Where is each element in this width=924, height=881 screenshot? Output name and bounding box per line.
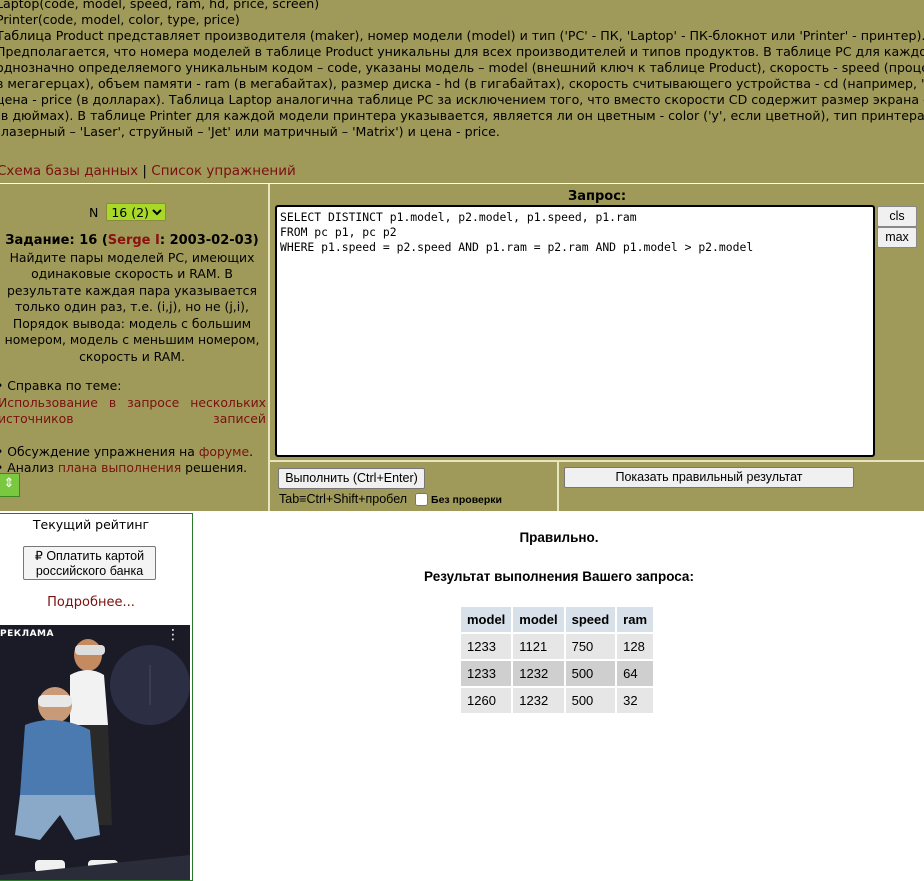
table-cell: 1232	[513, 688, 564, 713]
schema-line: однозначно определяемого уникальным кодо…	[0, 60, 924, 75]
column-header: ram	[617, 607, 654, 632]
table-cell: 1260	[461, 688, 512, 713]
discussion-line: • Обсуждение упражнения на форуме.	[0, 444, 266, 461]
rating-sidebar: Текущий рейтинг ₽ Оплатить картой россий…	[0, 513, 193, 881]
column-header: model	[513, 607, 564, 632]
tab-hint: Tab≡Ctrl+Shift+пробел	[279, 492, 408, 506]
schema-line: Printer(code, model, color, type, price)	[0, 12, 240, 27]
table-row: 1233 1121 750 128	[461, 634, 654, 659]
more-menu-icon[interactable]: ⋮	[166, 627, 180, 643]
task-author: Serge I	[107, 233, 160, 248]
plan-suffix: решения.	[181, 460, 248, 475]
table-cell: 500	[565, 661, 616, 686]
table-cell: 1121	[513, 634, 564, 659]
table-cell: 128	[617, 634, 654, 659]
schema-panel: Laptop(code, model, speed, ram, hd, pric…	[0, 0, 924, 183]
pay-card-button[interactable]: ₽ Оплатить картой российского банка	[23, 546, 156, 580]
schema-line: (в дюймах). В таблице Printer для каждой…	[0, 108, 924, 123]
task-description: Задание: 16 (Serge I: 2003-02-03) Найдит…	[0, 232, 268, 365]
table-cell: 1232	[513, 661, 564, 686]
table-header-row: model model speed ram	[461, 607, 654, 632]
discussion-suffix: .	[249, 443, 254, 459]
up-down-arrow-icon[interactable]: ⇕	[0, 473, 20, 497]
result-status: Правильно.	[519, 530, 599, 545]
table-row: 1260 1232 500 32	[461, 688, 654, 713]
table-cell: 1233	[461, 634, 512, 659]
ad-label: РЕКЛАМА	[0, 629, 54, 639]
ad-banner[interactable]: РЕКЛАМА ⋮	[0, 625, 190, 880]
forum-link[interactable]: форуме	[199, 444, 249, 459]
table-row: 1233 1232 500 64	[461, 661, 654, 686]
exercise-number-label: N	[89, 205, 99, 220]
schema-line: Предполагается, что номера моделей в таб…	[0, 44, 924, 59]
task-title-prefix: Задание: 16 (	[5, 233, 108, 248]
help-ref-link-wrap: Использование в запросе нескольких источ…	[0, 395, 266, 428]
sql-editor[interactable]	[275, 205, 875, 457]
schema-line: (лазерный – 'Laser', струйный – 'Jet' ил…	[0, 124, 500, 139]
help-section: • Справка по теме: Использование в запро…	[0, 378, 266, 477]
result-table: model model speed ram 1233 1121 750 128 …	[459, 605, 655, 715]
execution-plan-link[interactable]: плана выполнения	[58, 460, 181, 475]
table-cell: 32	[617, 688, 654, 713]
schema-line: Таблица Product представляет производите…	[0, 28, 924, 43]
ad-image	[0, 625, 190, 880]
show-correct-result-button[interactable]: Показать правильный результат	[564, 467, 854, 488]
table-cell: 750	[565, 634, 616, 659]
schema-description: Laptop(code, model, speed, ram, hd, pric…	[0, 0, 924, 140]
query-label: Запрос:	[568, 189, 627, 204]
exercise-selector: N 16 (2)	[89, 203, 167, 221]
query-panel: Запрос: cls max	[270, 184, 924, 460]
table-cell: 500	[565, 688, 616, 713]
result-title: Результат выполнения Вашего запроса:	[424, 569, 694, 584]
plan-line: • Анализ плана выполнения решения.	[0, 460, 266, 477]
no-check-label: Без проверки	[431, 494, 503, 506]
schema-line: в мегагерцах), объем памяти - ram (в мег…	[0, 76, 924, 91]
discussion-prefix: • Обсуждение упражнения на	[0, 443, 199, 459]
help-ref-label: • Справка по теме:	[0, 378, 122, 393]
task-title: Задание: 16 (Serge I: 2003-02-03)	[5, 233, 258, 248]
table-cell: 1233	[461, 661, 512, 686]
run-controls: Выполнить (Ctrl+Enter) Tab≡Ctrl+Shift+пр…	[270, 462, 557, 511]
table-cell: 64	[617, 661, 654, 686]
rating-title: Текущий рейтинг	[32, 517, 150, 532]
more-details-link[interactable]: Подробнее...	[0, 595, 182, 610]
show-result-panel: Показать правильный результат	[559, 462, 924, 511]
exercise-list-link[interactable]: Список упражнений	[151, 163, 295, 179]
help-topic-link[interactable]: Использование в запросе нескольких источ…	[0, 395, 266, 427]
clear-button[interactable]: cls	[877, 206, 917, 227]
exercise-number-select[interactable]: 16 (2)	[106, 203, 167, 221]
schema-line: Laptop(code, model, speed, ram, hd, pric…	[0, 0, 320, 11]
no-check-checkbox[interactable]	[415, 493, 429, 507]
tab-hint-row: Tab≡Ctrl+Shift+пробел Без проверки	[279, 492, 503, 507]
link-separator: |	[142, 163, 147, 179]
schema-links: Схема базы данных | Список упражнений	[0, 163, 296, 179]
column-header: model	[461, 607, 512, 632]
column-header: speed	[565, 607, 616, 632]
task-text: Найдите пары моделей PC, имеющих одинако…	[4, 249, 260, 364]
task-title-suffix: : 2003-02-03)	[159, 233, 259, 248]
schema-line: цена - price (в долларах). Таблица Lapto…	[0, 92, 924, 107]
db-schema-link[interactable]: Схема базы данных	[0, 163, 138, 179]
task-panel: N 16 (2) Задание: 16 (Serge I: 2003-02-0…	[0, 184, 268, 511]
run-query-button[interactable]: Выполнить (Ctrl+Enter)	[278, 468, 425, 489]
maximize-button[interactable]: max	[877, 227, 917, 248]
results-area: Правильно. Результат выполнения Вашего з…	[194, 513, 924, 879]
